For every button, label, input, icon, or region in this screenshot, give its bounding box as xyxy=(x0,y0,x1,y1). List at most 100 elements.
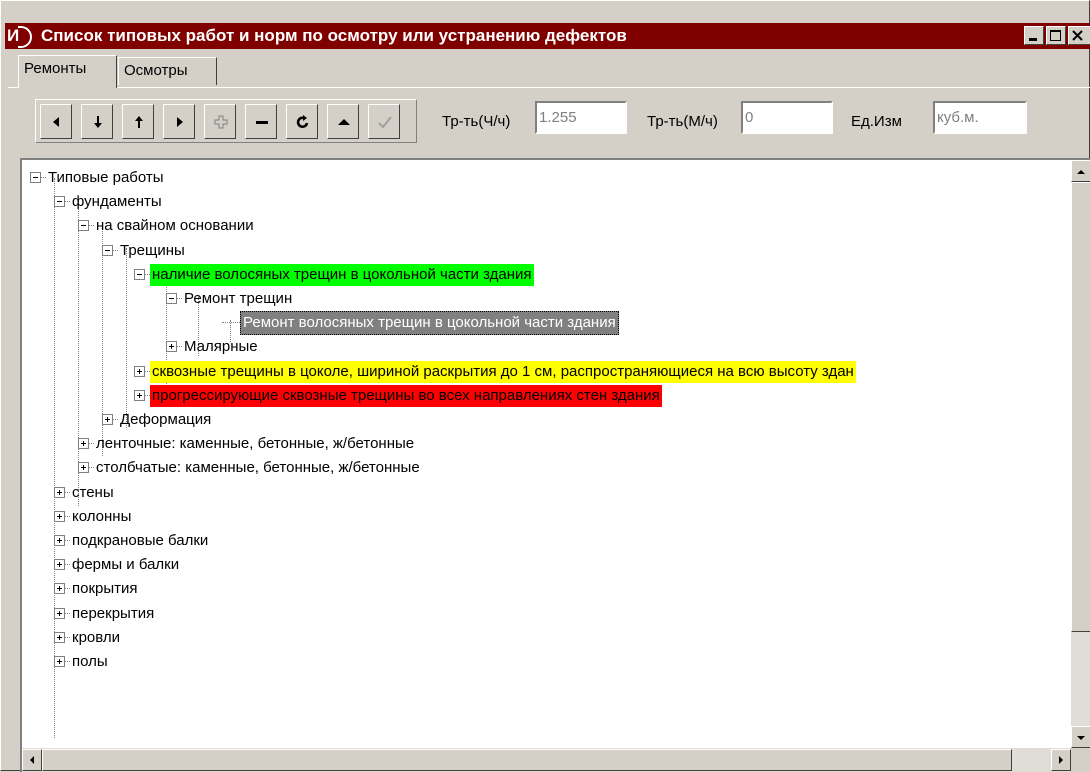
tree-node[interactable]: наличие волосяных трещин в цокольной час… xyxy=(126,263,1070,287)
expand-icon[interactable] xyxy=(54,559,65,571)
tree-node[interactable]: ленточные: каменные, бетонные, ж/бетонны… xyxy=(70,432,1070,456)
tree-node[interactable]: подкрановые балки xyxy=(46,529,1070,553)
vertical-scroll-thumb[interactable] xyxy=(1071,182,1090,632)
work-tree-view[interactable]: Типовые работы фундаменты на свайном основ… xyxy=(20,158,1090,772)
tree-node-label: наличие волосяных трещин в цокольной час… xyxy=(150,263,534,286)
tab-repairs[interactable]: Ремонты xyxy=(18,55,117,88)
collapse-icon[interactable] xyxy=(166,293,177,304)
title-bar[interactable]: И Список типовых работ и норм по осмотру… xyxy=(5,23,1090,49)
tree-node-label: Малярные xyxy=(184,338,258,356)
last-icon xyxy=(177,117,183,127)
labor-hours-field[interactable] xyxy=(535,101,627,134)
first-icon xyxy=(53,117,59,127)
scroll-down-button[interactable] xyxy=(1071,726,1090,748)
expand-icon[interactable] xyxy=(54,583,65,595)
tab-inspections-label: Осмотры xyxy=(124,62,188,79)
minimize-icon xyxy=(1029,38,1037,41)
delete-record-button[interactable] xyxy=(245,104,277,139)
maximize-icon xyxy=(1050,30,1061,41)
tree-node[interactable]: прогрессирующие сквозные трещины во всех… xyxy=(126,384,1070,408)
tree-node-label: сквозные трещины в цоколе, шириной раскр… xyxy=(150,360,856,383)
expand-icon[interactable] xyxy=(54,631,65,643)
next-record-button[interactable] xyxy=(81,104,113,139)
refresh-icon xyxy=(296,115,309,128)
tree-node[interactable]: Малярные xyxy=(158,335,1070,359)
cancel-edit-button[interactable] xyxy=(327,104,359,139)
tree-node[interactable]: на свайном основании xyxy=(70,214,1070,238)
arrow-left-icon xyxy=(30,756,34,764)
tree-node-label: Типовые работы xyxy=(48,169,164,186)
collapse-icon[interactable] xyxy=(78,220,89,232)
tree-node-label: фермы и балки xyxy=(72,556,180,574)
tree-node-label: Трещины xyxy=(120,241,185,259)
tree-node-label: стены xyxy=(72,483,114,501)
last-record-button[interactable] xyxy=(163,104,195,139)
tree-node[interactable]: Ремонт трещин xyxy=(158,287,1070,311)
collapse-icon[interactable] xyxy=(54,196,65,208)
up-icon xyxy=(135,116,143,128)
expand-icon[interactable] xyxy=(134,389,145,401)
prior-record-button[interactable] xyxy=(122,104,154,139)
record-navigator xyxy=(35,99,417,143)
tree-node[interactable]: Типовые работы xyxy=(22,166,1070,190)
expand-icon[interactable] xyxy=(134,365,145,377)
tree-node[interactable]: кровли xyxy=(46,626,1070,650)
maximize-button[interactable] xyxy=(1046,26,1066,45)
tree-node[interactable]: Ремонт волосяных трещин в цокольной част… xyxy=(190,311,1070,336)
expand-icon[interactable] xyxy=(78,462,89,474)
tab-repairs-label: Ремонты xyxy=(24,60,87,77)
unit-field[interactable] xyxy=(933,101,1027,134)
expand-icon[interactable] xyxy=(54,607,65,619)
tree-node[interactable]: полы xyxy=(46,650,1070,674)
cancel-icon xyxy=(338,119,350,125)
labor-hours-label: Тр-ть(Ч/ч) xyxy=(442,113,511,130)
tree-content: Типовые работы фундаменты на свайном основ… xyxy=(22,160,1070,746)
expand-icon[interactable] xyxy=(54,535,65,546)
close-button[interactable] xyxy=(1068,26,1090,45)
expand-icon[interactable] xyxy=(54,486,65,498)
expand-icon[interactable] xyxy=(54,656,65,667)
tree-node[interactable]: покрытия xyxy=(46,577,1070,601)
tree-node-label: ленточные: каменные, бетонные, ж/бетонны… xyxy=(96,435,415,453)
expand-icon[interactable] xyxy=(54,510,65,522)
tree-node-label: подкрановые балки xyxy=(72,532,209,549)
app-logo-icon[interactable]: И xyxy=(7,25,37,48)
expand-icon[interactable] xyxy=(166,341,177,353)
tree-node-label: полы xyxy=(72,653,108,670)
tree-node-label: фундаменты xyxy=(72,193,162,211)
tree-node[interactable]: фундаменты xyxy=(46,190,1070,214)
tree-node-label: покрытия xyxy=(72,580,138,598)
horizontal-scroll-thumb[interactable] xyxy=(42,749,1012,771)
close-icon xyxy=(1072,30,1083,41)
insert-record-button[interactable] xyxy=(204,104,236,139)
collapse-icon[interactable] xyxy=(30,172,41,183)
horizontal-scrollbar[interactable] xyxy=(22,748,1071,772)
machine-hours-field[interactable] xyxy=(741,101,833,134)
vertical-scrollbar[interactable] xyxy=(1071,160,1090,748)
tree-node[interactable]: перекрытия xyxy=(46,602,1070,626)
tree-node[interactable]: стены xyxy=(46,481,1070,505)
scroll-right-button[interactable] xyxy=(1051,749,1071,771)
first-record-button[interactable] xyxy=(40,104,72,139)
expand-icon[interactable] xyxy=(102,414,113,425)
tree-node[interactable]: столбчатые: каменные, бетонные, ж/бетонн… xyxy=(70,456,1070,480)
unit-label: Ед.Изм xyxy=(851,113,902,130)
tree-node-label: Ремонт волосяных трещин в цокольной част… xyxy=(240,311,619,336)
scroll-up-button[interactable] xyxy=(1071,160,1090,182)
tree-node[interactable]: сквозные трещины в цоколе, шириной раскр… xyxy=(126,360,1070,384)
tab-inspections[interactable]: Осмотры xyxy=(118,57,217,85)
tree-node-label: прогрессирующие сквозные трещины во всех… xyxy=(150,384,662,407)
refresh-button[interactable] xyxy=(286,104,318,139)
delete-icon xyxy=(256,121,268,124)
tree-node[interactable]: колонны xyxy=(46,505,1070,529)
minimize-button[interactable] xyxy=(1024,26,1044,45)
tree-node-label: столбчатые: каменные, бетонные, ж/бетонн… xyxy=(96,459,420,477)
collapse-icon[interactable] xyxy=(102,244,113,256)
tree-node[interactable]: фермы и балки xyxy=(46,553,1070,577)
post-edit-button[interactable] xyxy=(368,104,400,139)
expand-icon[interactable] xyxy=(78,438,89,450)
collapse-icon[interactable] xyxy=(134,268,145,280)
scroll-left-button[interactable] xyxy=(22,749,42,771)
tree-node[interactable]: Трещины xyxy=(94,239,1070,263)
tree-node[interactable]: Деформация xyxy=(94,408,1070,432)
